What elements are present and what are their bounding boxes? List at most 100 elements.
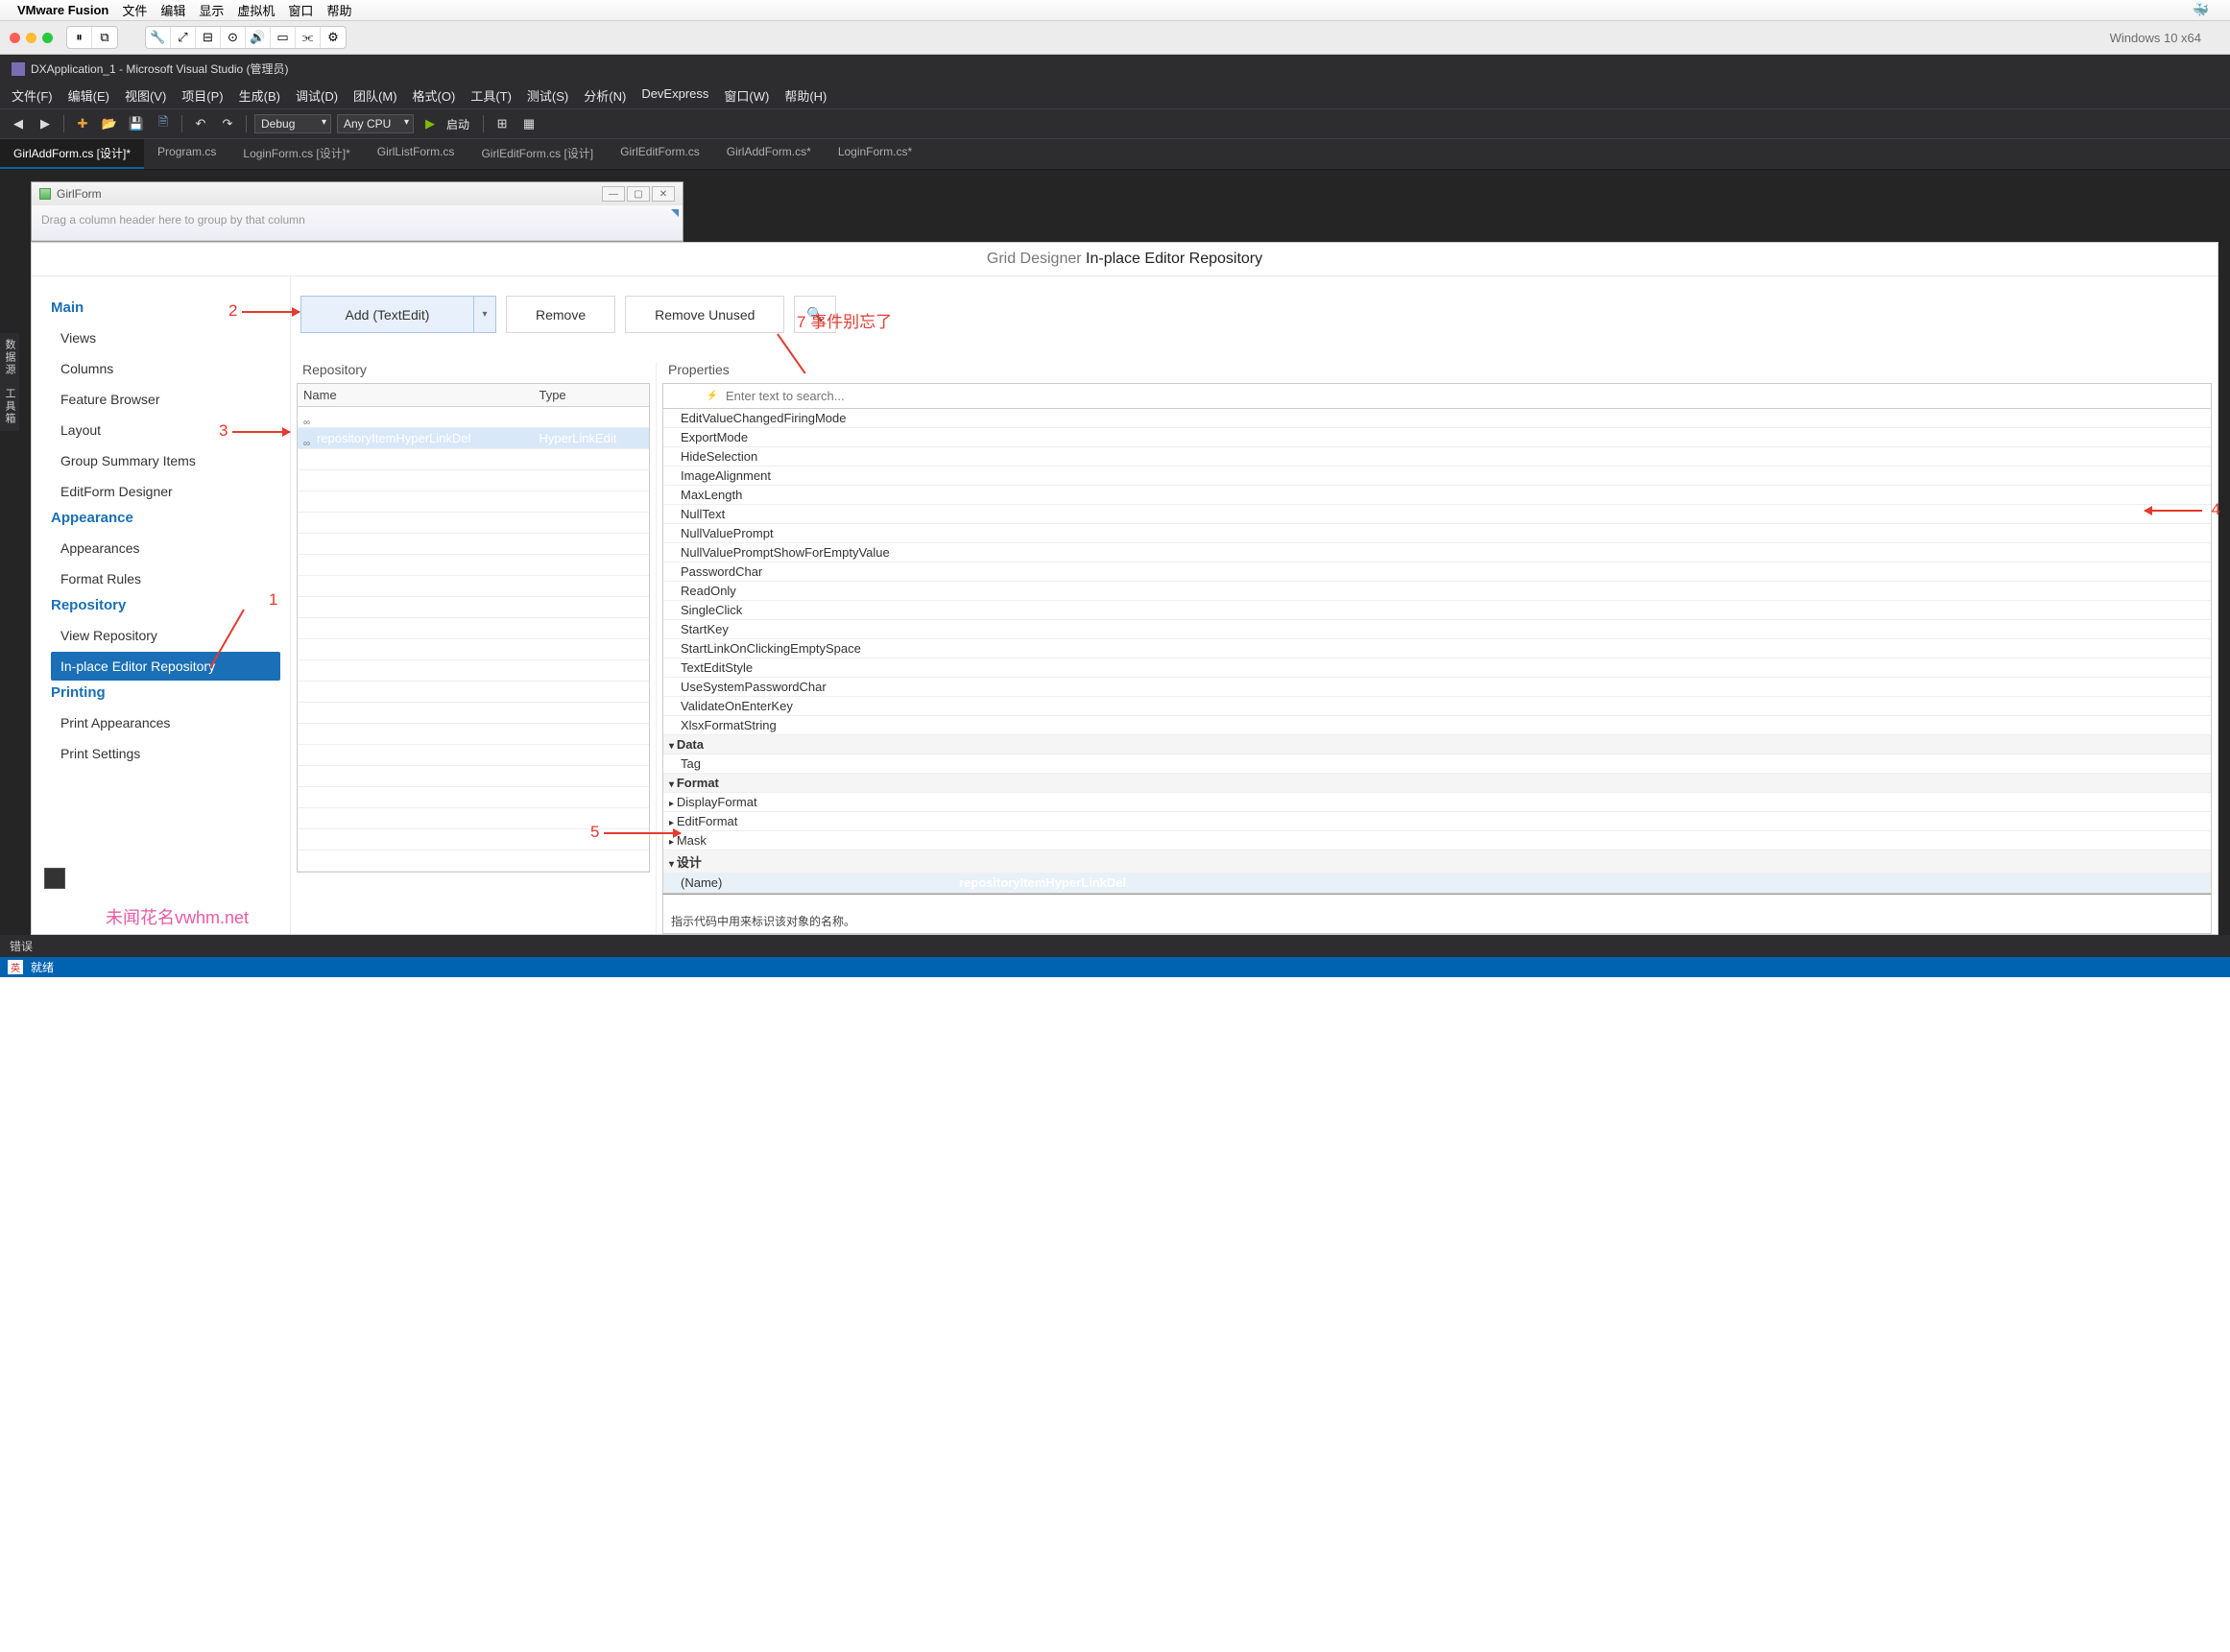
tab-girleditform-design[interactable]: GirlEditForm.cs [设计] [468, 139, 607, 169]
repository-grid[interactable]: NameType repositoryItemHyperLinkEditHype… [297, 383, 650, 873]
prop-category[interactable]: 设计 [663, 850, 2211, 874]
vs-menu-edit[interactable]: 编辑(E) [68, 86, 109, 105]
vs-menu-tools[interactable]: 工具(T) [470, 86, 512, 105]
mac-menu-vm[interactable]: 虚拟机 [237, 1, 275, 19]
prop-search-input[interactable] [723, 386, 2209, 406]
start-label[interactable]: 启动 [446, 116, 469, 132]
app-name[interactable]: VMware Fusion [17, 3, 108, 17]
tab-girladdform-design[interactable]: GirlAddForm.cs [设计]* [0, 139, 144, 169]
nav-view-repository[interactable]: View Repository [51, 621, 280, 650]
vs-menu-help[interactable]: 帮助(H) [784, 86, 827, 105]
prop-row[interactable]: HideSelectionTrue [663, 447, 2211, 467]
tab-girllistform[interactable]: GirlListForm.cs [364, 139, 468, 169]
prop-row[interactable]: PasswordChar [663, 563, 2211, 582]
repo-col-name[interactable]: Name [298, 384, 533, 407]
vm-settings-icon[interactable]: 🔧 [146, 27, 171, 48]
group-panel[interactable]: Drag a column header here to group by th… [32, 205, 683, 241]
vs-menu-file[interactable]: 文件(F) [12, 86, 53, 105]
vm-network-icon[interactable]: ⚙ [321, 27, 346, 48]
remove-button[interactable]: Remove [506, 296, 615, 333]
undo-icon[interactable]: ↶ [190, 113, 211, 134]
vs-menu-team[interactable]: 团队(M) [353, 86, 397, 105]
start-debug-button[interactable]: ▶ [420, 113, 441, 134]
mac-menu-window[interactable]: 窗口 [288, 1, 313, 19]
nav-layout[interactable]: Layout [51, 416, 280, 444]
vm-disk-icon[interactable]: ⊟ [196, 27, 221, 48]
prop-row[interactable]: StartLinkOnClickingEmptySpaceTrue [663, 639, 2211, 658]
prop-row[interactable]: TextEditStyleDisableTextEditor [663, 658, 2211, 678]
events-icon[interactable]: ⚡ [704, 388, 721, 405]
nav-appearances[interactable]: Appearances [51, 534, 280, 563]
close-window-icon[interactable] [10, 33, 20, 43]
vm-resize-icon[interactable]: ⤢ [171, 27, 196, 48]
prop-row[interactable]: (Name)repositoryItemHyperLinkDel [663, 874, 2211, 893]
nav-print-appearances[interactable]: Print Appearances [51, 708, 280, 737]
redo-icon[interactable]: ↷ [217, 113, 238, 134]
prop-row[interactable]: ValidateOnEnterKeyFalse [663, 697, 2211, 716]
vm-suspend-icon[interactable]: ⏸ [67, 27, 92, 48]
search-button[interactable]: 🔍 [794, 296, 835, 333]
output-window-icon[interactable] [44, 868, 65, 889]
prop-row[interactable]: NullValuePrompt [663, 524, 2211, 543]
prop-category[interactable]: Data [663, 735, 2211, 754]
vs-menu-format[interactable]: 格式(O) [413, 86, 456, 105]
config-dropdown[interactable]: Debug [254, 114, 331, 133]
vm-usb-icon[interactable]: ⫘ [296, 27, 321, 48]
prop-row[interactable]: EditValueChangedFiringModeDefault [663, 409, 2211, 428]
minimize-window-icon[interactable] [26, 33, 36, 43]
docker-icon[interactable]: 🐳 [2193, 2, 2209, 18]
maximize-window-icon[interactable] [42, 33, 53, 43]
remove-unused-button[interactable]: Remove Unused [625, 296, 784, 333]
nav-views[interactable]: Views [51, 323, 280, 352]
nav-feature-browser[interactable]: Feature Browser [51, 385, 280, 414]
prop-row[interactable]: SingleClickFalse [663, 601, 2211, 620]
alphabetical-icon[interactable]: A↓ [684, 388, 702, 405]
nav-print-settings[interactable]: Print Settings [51, 739, 280, 768]
add-textedit-button[interactable]: Add (TextEdit) [300, 296, 473, 333]
vs-menu-debug[interactable]: 调试(D) [296, 86, 338, 105]
nav-editform-designer[interactable]: EditForm Designer [51, 477, 280, 506]
categorized-icon[interactable]: ≡ [665, 388, 683, 405]
nav-columns[interactable]: Columns [51, 354, 280, 383]
datasources-tab[interactable]: 数据源 [0, 333, 19, 382]
vs-menu-view[interactable]: 视图(V) [125, 86, 166, 105]
prop-row[interactable]: ReadOnlyFalse [663, 582, 2211, 601]
new-item-icon[interactable]: ✚ [72, 113, 93, 134]
save-all-icon[interactable]: 🗎 [153, 113, 174, 134]
nav-back-icon[interactable]: ◀ [8, 113, 29, 134]
mac-menu-file[interactable]: 文件 [122, 1, 147, 19]
nav-fwd-icon[interactable]: ▶ [35, 113, 56, 134]
prop-row[interactable]: XlsxFormatString [663, 716, 2211, 735]
form-minimize-icon[interactable]: — [602, 186, 625, 202]
smarttag-icon[interactable] [671, 209, 679, 217]
prop-category[interactable]: Format [663, 774, 2211, 793]
prop-row[interactable]: EditFormat [663, 812, 2211, 831]
form-close-icon[interactable]: ✕ [652, 186, 675, 202]
prop-row[interactable]: UseSystemPasswordCharFalse [663, 678, 2211, 697]
nav-format-rules[interactable]: Format Rules [51, 564, 280, 593]
error-list-tab[interactable]: 错误 [0, 935, 2230, 957]
property-grid[interactable]: EditValueChangedFiringModeDefaultExportM… [662, 409, 2212, 894]
vs-menu-analyze[interactable]: 分析(N) [584, 86, 626, 105]
save-icon[interactable]: 💾 [126, 113, 147, 134]
vm-sound-icon[interactable]: 🔊 [246, 27, 271, 48]
nav-inplace-editor-repository[interactable]: In-place Editor Repository [51, 652, 280, 681]
prop-row[interactable]: DisplayFormat [663, 793, 2211, 812]
vm-camera-icon[interactable]: ▭ [271, 27, 296, 48]
tab-loginform[interactable]: LoginForm.cs* [825, 139, 925, 169]
vs-menu-window[interactable]: 窗口(W) [724, 86, 769, 105]
platform-dropdown[interactable]: Any CPU [337, 114, 414, 133]
repo-col-type[interactable]: Type [533, 384, 649, 407]
vm-snapshot-icon[interactable]: ⧉ [92, 27, 117, 48]
vm-cd-icon[interactable]: ⊙ [221, 27, 246, 48]
vs-menu-devexpress[interactable]: DevExpress [641, 86, 708, 105]
tab-program[interactable]: Program.cs [144, 139, 229, 169]
prop-row[interactable]: StartKeyCtrl+Return [663, 620, 2211, 639]
prop-row[interactable]: ImageAlignmentNear [663, 467, 2211, 486]
vs-menu-project[interactable]: 项目(P) [181, 86, 223, 105]
mac-menu-edit[interactable]: 编辑 [160, 1, 185, 19]
add-dropdown-arrow-icon[interactable]: ▾ [473, 296, 496, 333]
prop-row[interactable]: MaxLength0 [663, 486, 2211, 505]
tab-girleditform[interactable]: GirlEditForm.cs [607, 139, 713, 169]
align-icon[interactable]: ⊞ [492, 113, 513, 134]
